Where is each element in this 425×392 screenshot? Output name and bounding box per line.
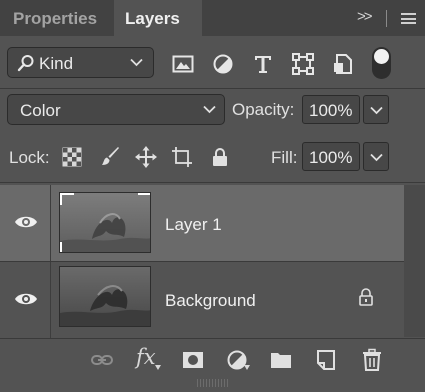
- opacity-slider-button[interactable]: [363, 95, 389, 124]
- fill-input[interactable]: 100%: [302, 142, 360, 171]
- lock-all-icon[interactable]: [209, 146, 231, 168]
- filter-kind-dropdown[interactable]: Kind: [7, 47, 154, 78]
- adjustment-filter-icon[interactable]: [211, 52, 235, 76]
- filter-toggle-switch[interactable]: [372, 47, 391, 79]
- tab-properties[interactable]: Properties: [0, 0, 114, 36]
- chevron-down-icon: [370, 106, 383, 115]
- lock-label: Lock:: [9, 148, 50, 167]
- filter-kind-label: Kind: [39, 54, 74, 73]
- layer-thumbnail-image: [60, 267, 150, 326]
- eye-visibility-icon[interactable]: [14, 291, 38, 307]
- submenu-triangle-icon: [155, 365, 161, 370]
- blend-mode-dropdown[interactable]: Color: [7, 94, 225, 125]
- selection-corners: [60, 193, 150, 252]
- type-filter-icon[interactable]: [251, 52, 275, 76]
- visibility-column: [0, 185, 51, 261]
- layer-name[interactable]: Background: [165, 291, 256, 311]
- panel-resize-grip[interactable]: [197, 379, 229, 387]
- chevron-down-icon: [370, 153, 383, 162]
- fill-value: 100%: [309, 148, 353, 167]
- layers-panel: Properties Layers >> Kind Color Opacity:…: [0, 0, 425, 392]
- add-layer-mask-icon[interactable]: [181, 348, 205, 372]
- fill-label: Fill:: [271, 148, 298, 167]
- tab-separator: [386, 10, 387, 27]
- collapse-panels-button[interactable]: >>: [357, 8, 372, 25]
- tab-layers[interactable]: Layers: [114, 0, 202, 36]
- chevron-down-icon: [203, 105, 216, 114]
- delete-layer-trash-icon[interactable]: [360, 348, 384, 372]
- search-icon: [17, 55, 34, 72]
- chevron-down-icon: [130, 58, 143, 67]
- layer-locked-icon: [359, 288, 373, 306]
- panel-menu-icon[interactable]: [401, 13, 416, 24]
- lock-artboard-icon[interactable]: [171, 146, 193, 168]
- layers-scrollbar[interactable]: [404, 185, 425, 337]
- lock-image-pixels-brush-icon[interactable]: [99, 146, 121, 168]
- blend-mode-value: Color: [20, 101, 61, 120]
- visibility-column: [0, 262, 51, 338]
- layer-row-layer-1[interactable]: Layer 1: [0, 185, 404, 261]
- shape-filter-icon[interactable]: [291, 52, 315, 76]
- link-layers-icon[interactable]: [90, 348, 114, 372]
- divider: [0, 182, 425, 183]
- opacity-input[interactable]: 100%: [302, 95, 360, 124]
- smart-object-filter-icon[interactable]: [331, 52, 355, 76]
- new-group-folder-icon[interactable]: [269, 348, 293, 372]
- lock-position-move-icon[interactable]: [135, 146, 157, 168]
- lock-transparent-pixels-icon[interactable]: [61, 146, 83, 168]
- submenu-triangle-icon: [244, 365, 250, 370]
- divider: [0, 88, 425, 89]
- layer-thumbnail[interactable]: [59, 192, 151, 253]
- image-filter-icon[interactable]: [171, 52, 195, 76]
- new-layer-icon[interactable]: [314, 348, 338, 372]
- layer-thumbnail[interactable]: [59, 266, 151, 327]
- opacity-label: Opacity:: [232, 100, 295, 119]
- panel-tab-bar: Properties Layers >>: [0, 0, 425, 36]
- layer-row-background[interactable]: Background: [0, 262, 404, 338]
- fill-slider-button[interactable]: [363, 142, 389, 171]
- layer-name[interactable]: Layer 1: [165, 215, 222, 235]
- eye-visibility-icon[interactable]: [14, 214, 38, 230]
- layer-style-fx-button[interactable]: fx: [136, 345, 156, 369]
- opacity-value: 100%: [309, 101, 353, 120]
